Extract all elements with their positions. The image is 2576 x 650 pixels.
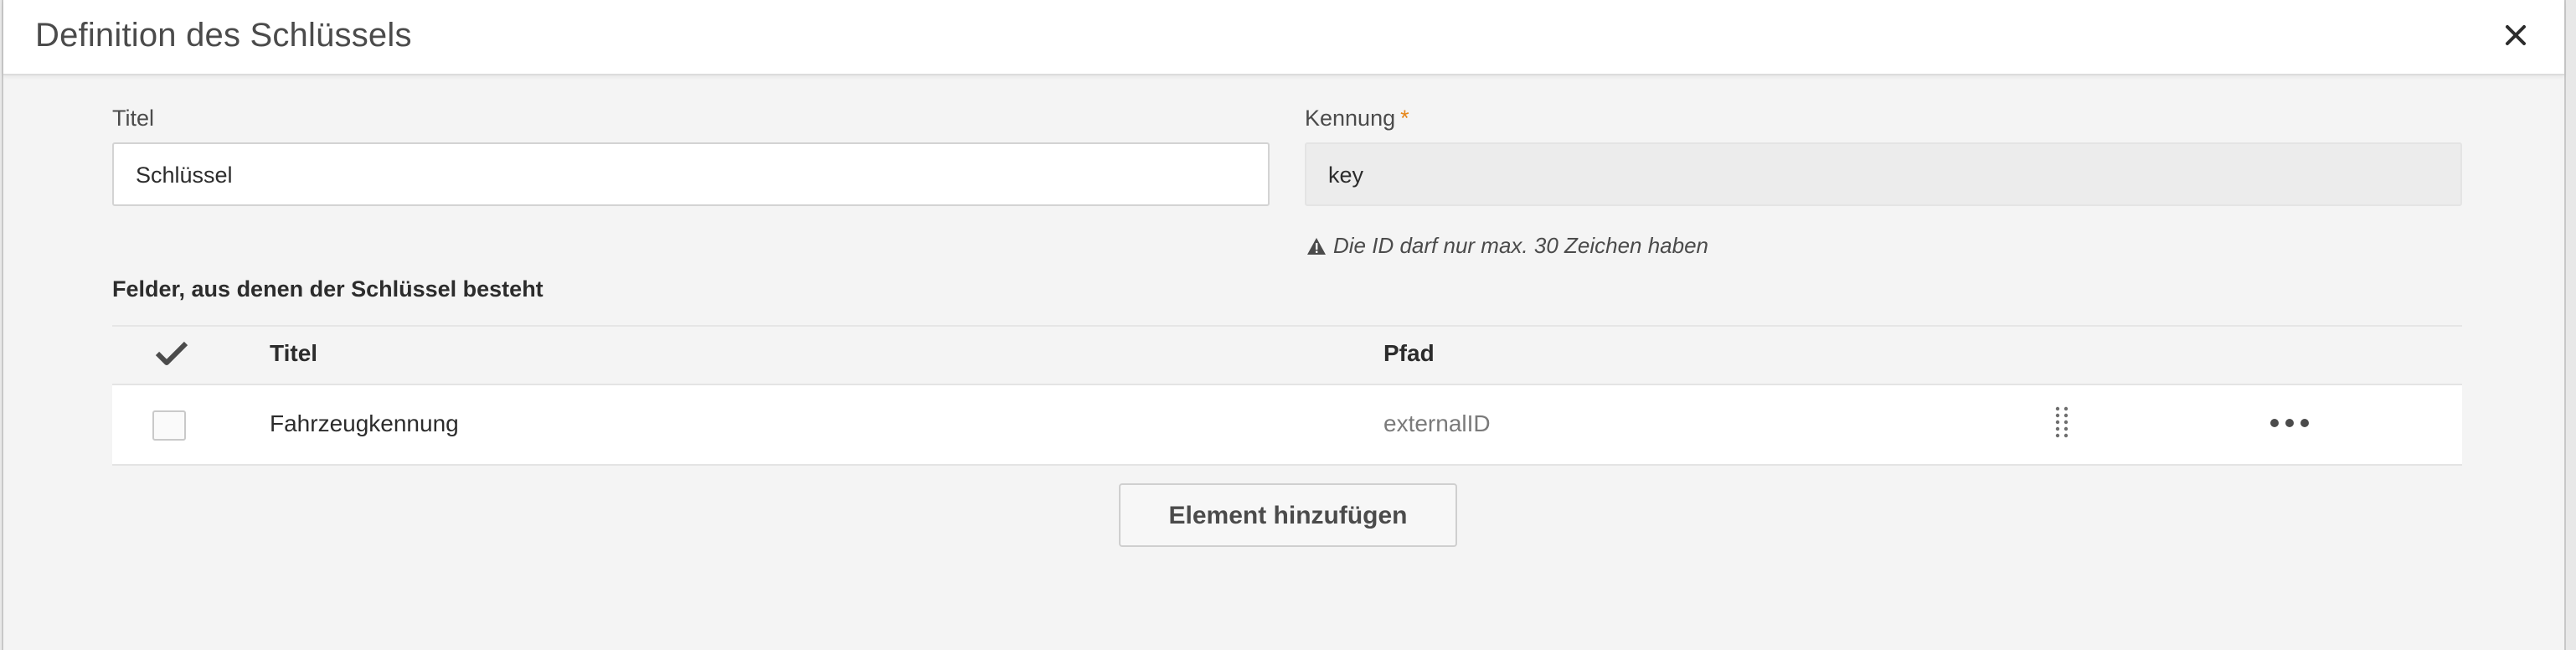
close-icon [2506,25,2526,45]
id-field-label: Kennung * [1305,106,1409,132]
title-input[interactable]: Schlüssel [112,142,1270,206]
id-input[interactable]: key [1305,142,2462,206]
more-options-button[interactable] [2266,409,2313,437]
required-indicator: * [1400,106,1409,131]
row-checkbox[interactable] [152,410,186,441]
id-label-text: Kennung [1305,106,1396,131]
close-button[interactable] [2499,18,2532,52]
hint-text: Die ID darf nur max. 30 Zeichen haben [1333,233,1709,258]
id-length-hint: Die ID darf nur max. 30 Zeichen haben [1306,233,1708,259]
drag-handle-icon[interactable] [2053,405,2070,442]
fields-section-title: Felder, aus denen der Schlüssel besteht [112,276,544,302]
column-header-title[interactable]: Titel [270,340,317,367]
row-path: externalID [1383,410,1491,436]
select-all-column[interactable] [154,338,189,374]
add-element-button[interactable]: Element hinzufügen [1119,483,1457,547]
fields-table: Titel Pfad Fahrzeugkennung externalID [112,325,2462,466]
more-options-icon [2270,419,2309,427]
row-title: Fahrzeugkennung [270,410,459,436]
table-row: Fahrzeugkennung externalID [112,384,2462,466]
key-definition-dialog: Definition des Schlüssels Titel Schlüsse… [2,0,2566,650]
dialog-header: Definition des Schlüssels [3,0,2564,75]
checkmark-icon [155,341,188,365]
column-header-path[interactable]: Pfad [1383,340,1435,367]
dialog-title: Definition des Schlüssels [35,17,412,54]
title-field-label: Titel [112,106,155,131]
table-header: Titel Pfad [112,325,2462,384]
warning-icon [1307,237,1326,255]
